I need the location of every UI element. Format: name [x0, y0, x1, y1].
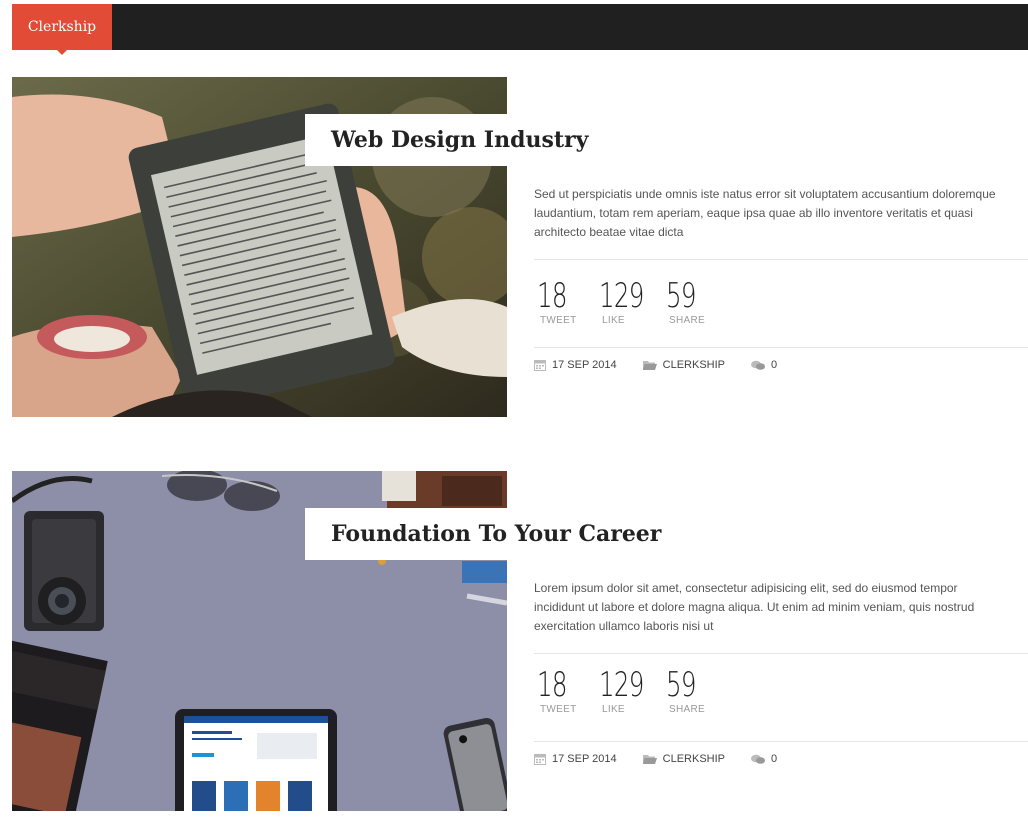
calendar-icon — [534, 360, 546, 371]
calendar-icon — [534, 754, 546, 765]
post-card: Web Design Industry Sed ut perspiciatis … — [12, 77, 1028, 417]
post-meta: 17 SEP 2014 CLERKSHIP 0 — [534, 753, 803, 765]
like-count: 129 — [599, 665, 644, 705]
comments-icon — [751, 360, 765, 370]
like-label: LIKE — [602, 704, 625, 715]
post-category-text: CLERKSHIP — [662, 359, 725, 371]
top-navigation-bar: Clerkship — [12, 4, 1028, 55]
post-title[interactable]: Web Design Industry — [305, 114, 615, 166]
post-meta: 17 SEP 2014 CLERKSHIP 0 — [534, 359, 803, 371]
tweet-label: TWEET — [540, 704, 577, 715]
stat-like[interactable]: 129 LIKE — [599, 666, 661, 715]
share-label: SHARE — [669, 704, 705, 715]
post-date: 17 SEP 2014 — [534, 753, 617, 765]
folder-icon — [642, 754, 657, 764]
stat-share[interactable]: 59 SHARE — [666, 666, 707, 715]
post-category[interactable]: CLERKSHIP — [642, 359, 725, 371]
folder-icon — [642, 360, 657, 370]
stat-tweet[interactable]: 18 TWEET — [537, 666, 578, 715]
post-excerpt: Lorem ipsum dolor sit amet, consectetur … — [534, 581, 975, 633]
post-comments-count: 0 — [771, 753, 778, 765]
tab-active-indicator — [57, 50, 67, 55]
tweet-label: TWEET — [540, 315, 577, 326]
post-category-text: CLERKSHIP — [662, 753, 725, 765]
divider — [534, 653, 1028, 654]
tweet-count: 18 — [537, 276, 567, 316]
like-count: 129 — [599, 276, 644, 316]
post-comments[interactable]: 0 — [751, 359, 777, 371]
stat-tweet[interactable]: 18 TWEET — [537, 277, 578, 326]
like-label: LIKE — [602, 315, 625, 326]
stat-like[interactable]: 129 LIKE — [599, 277, 661, 326]
divider — [534, 347, 1028, 348]
post-date: 17 SEP 2014 — [534, 359, 617, 371]
share-count: 59 — [666, 665, 696, 705]
post-category[interactable]: CLERKSHIP — [642, 753, 725, 765]
share-label: SHARE — [669, 315, 705, 326]
divider — [534, 259, 1028, 260]
post-comments-count: 0 — [771, 359, 778, 371]
share-count: 59 — [666, 276, 696, 316]
tweet-count: 18 — [537, 665, 567, 705]
post-date-text: 17 SEP 2014 — [552, 753, 617, 765]
tab-clerkship[interactable]: Clerkship — [12, 4, 112, 50]
post-card: Foundation To Your Career Lorem ipsum do… — [12, 471, 1028, 811]
post-title[interactable]: Foundation To Your Career — [305, 508, 688, 560]
post-excerpt: Sed ut perspiciatis unde omnis iste natu… — [534, 187, 996, 239]
post-date-text: 17 SEP 2014 — [552, 359, 617, 371]
stat-share[interactable]: 59 SHARE — [666, 277, 707, 326]
comments-icon — [751, 754, 765, 764]
divider — [534, 741, 1028, 742]
post-comments[interactable]: 0 — [751, 753, 777, 765]
